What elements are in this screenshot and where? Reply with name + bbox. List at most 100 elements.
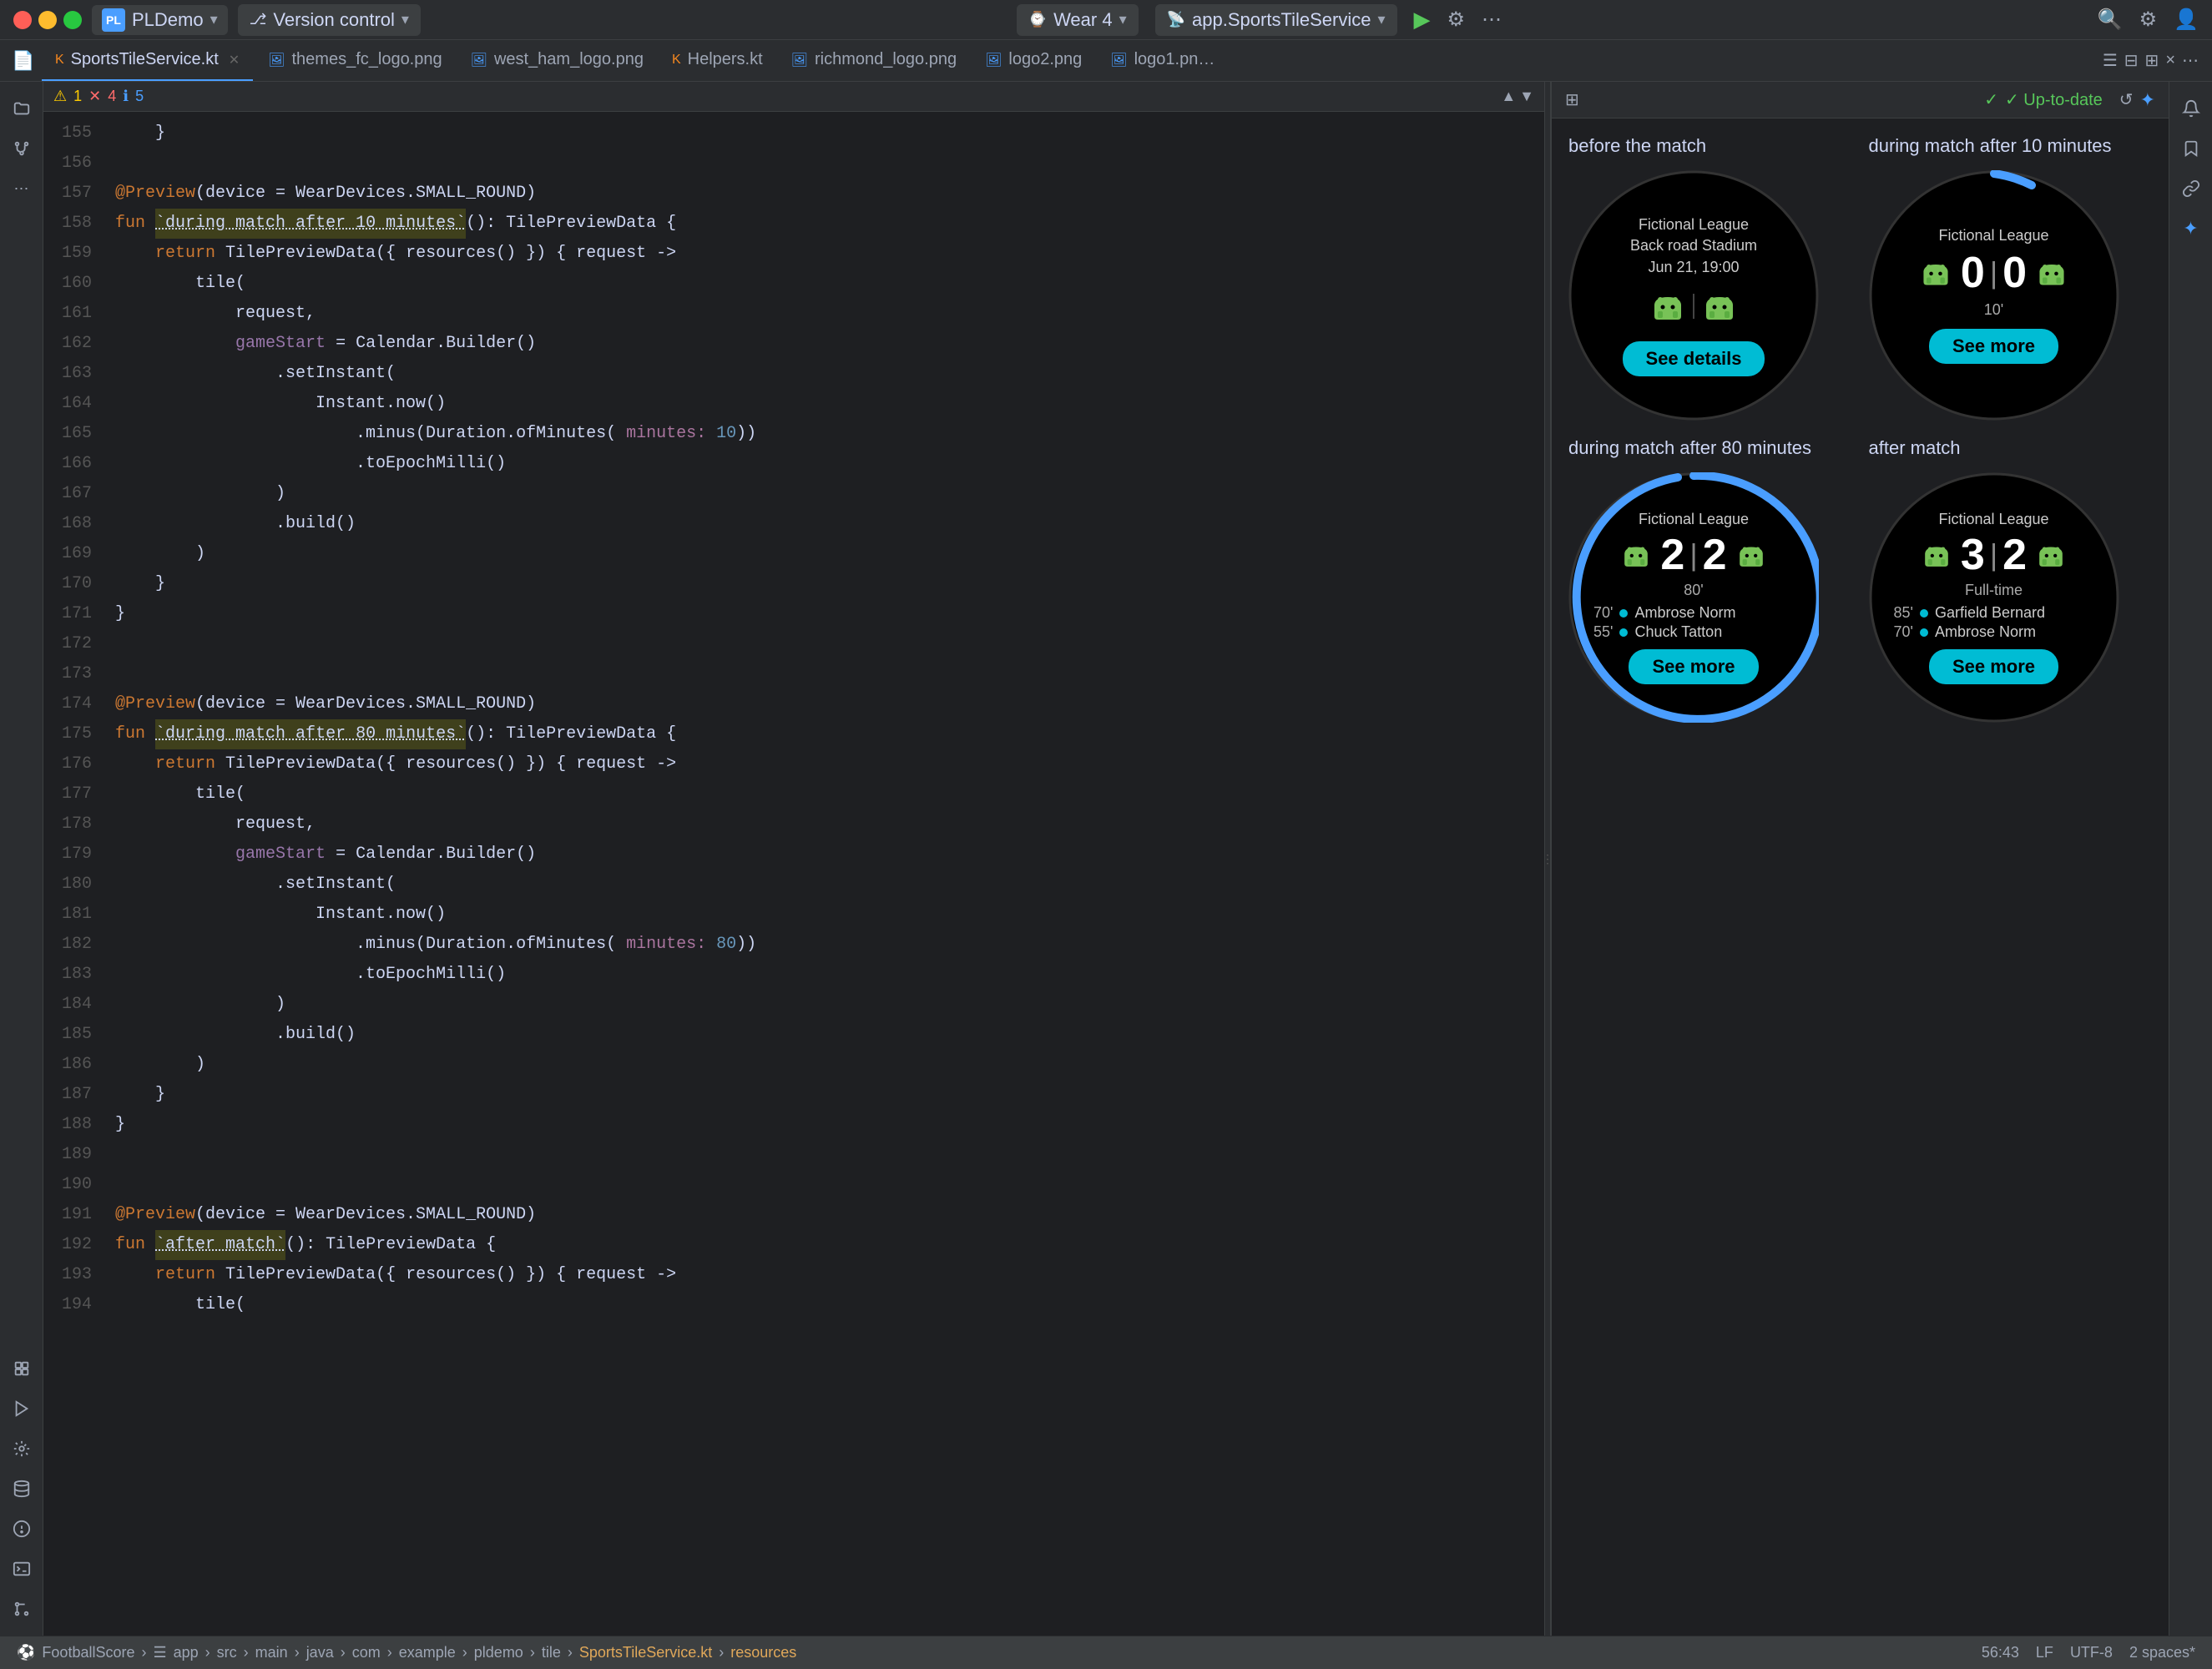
android-icon-away-3	[1735, 539, 1767, 571]
code-line-187: }	[115, 1080, 1544, 1110]
split-vertical-icon[interactable]: ⊟	[2124, 50, 2139, 71]
preview-grid-icon[interactable]: ⊞	[1565, 89, 1579, 110]
watch-after-match: Fictional League	[1869, 472, 2119, 723]
version-control-button[interactable]: ⎇ Version control ▾	[238, 4, 421, 36]
sidebar-db-icon[interactable]	[5, 1472, 38, 1505]
score-home-2: 0	[1961, 248, 1985, 298]
code-content-area[interactable]: 155 156 157 158 159 160 161 162 163 164 …	[43, 112, 1544, 1636]
search-button[interactable]: 🔍	[2098, 8, 2123, 32]
watch-teams-row-1	[1649, 288, 1738, 325]
code-line-184: )	[115, 990, 1544, 1020]
file-tree-toggle[interactable]: 📄	[7, 40, 40, 81]
code-line-172	[115, 629, 1544, 659]
sidebar-more-icon[interactable]: ⋯	[5, 172, 38, 205]
score-away-2: 0	[2002, 248, 2027, 298]
service-label: app.SportsTileService	[1192, 9, 1371, 31]
image-icon-4: 🖼	[985, 52, 1002, 68]
see-more-button-3[interactable]: See more	[1929, 649, 2058, 684]
split-horizontal-icon[interactable]: ⊞	[2145, 50, 2159, 71]
project-selector[interactable]: PL PLDemo ▾	[92, 5, 228, 35]
breadcrumb-sep-8: ›	[530, 1644, 535, 1661]
version-control-icon: ⎇	[250, 11, 267, 28]
tab-helpers[interactable]: K Helpers.kt	[659, 40, 776, 81]
code-line-167: )	[115, 479, 1544, 509]
collapse-icon[interactable]: ×	[2165, 51, 2175, 70]
left-sidebar: ⋯	[0, 82, 43, 1636]
close-button[interactable]	[13, 11, 32, 29]
nav-down-icon[interactable]: ▼	[1519, 88, 1534, 105]
breadcrumb-text-7: example	[399, 1644, 456, 1661]
preview-refresh-icon[interactable]: ↺	[2119, 89, 2134, 111]
project-name: PLDemo	[132, 9, 204, 31]
code-line-164: Instant.now()	[115, 389, 1544, 419]
watch-during80-content: Fictional League	[1568, 472, 1819, 723]
breadcrumb-sep-7: ›	[462, 1644, 467, 1661]
watch-after-content: Fictional League	[1869, 472, 2119, 723]
sidebar-run-configs-icon[interactable]	[5, 1392, 38, 1425]
resize-handle[interactable]: ⋮	[1544, 82, 1551, 1636]
error-badge[interactable]: ✕ 4	[88, 88, 116, 105]
breadcrumb-text-8: pldemo	[474, 1644, 523, 1661]
sidebar-folder-icon[interactable]	[5, 92, 38, 125]
info-badge[interactable]: ℹ 5	[123, 88, 144, 105]
version-control-label: Version control	[273, 9, 395, 31]
status-right: 56:43 LF UTF-8 2 spaces*	[1982, 1644, 2195, 1661]
tab-close-SportsTileService[interactable]: ✕	[229, 52, 240, 68]
preview-panel: ⊞ ✓ ✓ Up-to-date ↺ ✦ before the match	[1551, 82, 2169, 1636]
see-details-button[interactable]: See details	[1623, 341, 1765, 376]
warning-badge[interactable]: ⚠ 1	[53, 88, 82, 105]
profile-icon[interactable]: 👤	[2174, 8, 2199, 32]
see-more-button-2[interactable]: See more	[1629, 649, 1758, 684]
score-away-4: 2	[2002, 530, 2027, 580]
watch-during-80: Fictional League	[1568, 472, 1819, 723]
traffic-lights	[13, 11, 82, 29]
code-line-161: request,	[115, 299, 1544, 329]
more-tabs-icon[interactable]: ⋯	[2182, 50, 2199, 71]
wear-selector[interactable]: ⌚ Wear 4 ▾	[1017, 4, 1139, 36]
right-panel-ai-icon[interactable]: ✦	[2174, 212, 2208, 245]
image-icon-2: 🖼	[471, 52, 487, 68]
tab-SportsTileService[interactable]: K SportsTileService.kt ✕	[42, 40, 253, 81]
watch-scorers-3: 70' Ambrose Norm 55' Chuck Tatton	[1593, 604, 1794, 641]
breadcrumb-sep-10: ›	[719, 1644, 724, 1661]
service-selector[interactable]: 📡 app.SportsTileService ▾	[1155, 4, 1397, 36]
sidebar-design-icon[interactable]	[5, 1432, 38, 1465]
right-panel-notifications-icon[interactable]	[2174, 92, 2208, 125]
preview-content: before the match Fictional LeagueBack ro…	[1552, 118, 2169, 1636]
score-home-4: 3	[1961, 530, 1985, 580]
code-editor: ⚠ 1 ✕ 4 ℹ 5 ▲ ▼ 155 156 157 158	[43, 82, 1544, 1636]
sidebar-git-icon[interactable]	[5, 132, 38, 165]
sidebar-git2-icon[interactable]	[5, 1592, 38, 1626]
code-line-179: gameStart = Calendar.Builder()	[115, 840, 1544, 870]
tab-bar-right-icons: ☰ ⊟ ⊞ × ⋯	[2103, 40, 2205, 81]
minimize-button[interactable]	[38, 11, 57, 29]
sidebar-warning-icon[interactable]	[5, 1512, 38, 1545]
tab-logo1[interactable]: 🖼 logo1.pn…	[1097, 40, 1228, 81]
scorer-row-4: 70' Ambrose Norm	[1894, 623, 2094, 641]
debug-button[interactable]: ⚙	[1447, 8, 1466, 32]
more-run-icon[interactable]: ⋯	[1482, 8, 1502, 32]
code-line-163: .setInstant(	[115, 359, 1544, 389]
settings-button[interactable]: ⚙	[2139, 8, 2158, 32]
project-icon: PL	[102, 8, 125, 32]
tab-richmond-logo[interactable]: 🖼 richmond_logo.png	[778, 40, 970, 81]
nav-up-icon[interactable]: ▲	[1501, 88, 1516, 105]
preview-uptodate-status: ✓ ✓ Up-to-date	[1984, 89, 2103, 110]
watch-during10-content: Fictional League	[1869, 170, 2119, 421]
code-line-191: @Preview(device = WearDevices.SMALL_ROUN…	[115, 1200, 1544, 1230]
sidebar-terminal-icon[interactable]	[5, 1552, 38, 1586]
sidebar-plugins-icon[interactable]	[5, 1352, 38, 1385]
info-count: 5	[135, 88, 144, 105]
tab-themes-logo[interactable]: 🖼 themes_fc_logo.png	[255, 40, 455, 81]
see-more-button-1[interactable]: See more	[1929, 329, 2058, 364]
run-button[interactable]: ▶	[1414, 7, 1431, 33]
preview-sparkle-icon[interactable]: ✦	[2140, 89, 2155, 111]
right-panel-bookmarks-icon[interactable]	[2174, 132, 2208, 165]
tab-logo2[interactable]: 🖼 logo2.png	[972, 40, 1095, 81]
preview-label-before: before the match	[1568, 135, 1852, 157]
score-divider-4: |	[1990, 537, 1997, 572]
maximize-button[interactable]	[63, 11, 82, 29]
right-panel-link-icon[interactable]	[2174, 172, 2208, 205]
tab-list-icon[interactable]: ☰	[2103, 50, 2118, 71]
tab-west-ham-logo[interactable]: 🖼 west_ham_logo.png	[457, 40, 657, 81]
